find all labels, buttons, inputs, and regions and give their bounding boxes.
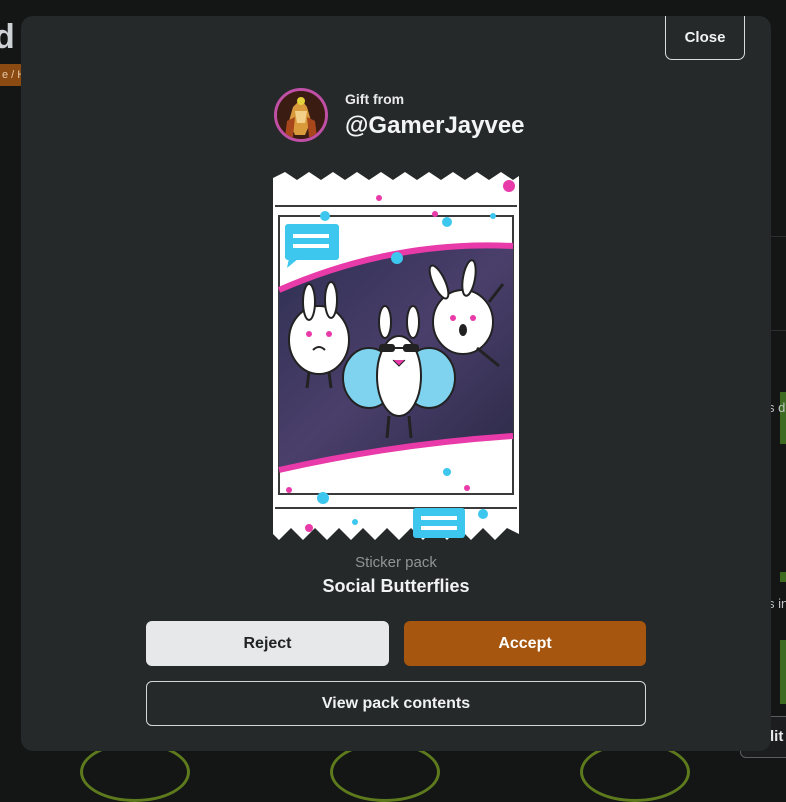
gift-modal: Close Gift from @GamerJayvee	[21, 16, 771, 751]
sticker-pack-image	[273, 172, 519, 540]
accept-button[interactable]: Accept	[404, 621, 646, 666]
close-button[interactable]: Close	[665, 16, 745, 60]
background-accent-bar	[780, 640, 786, 704]
background-ring	[580, 742, 690, 802]
gift-sender: Gift from @GamerJayvee	[274, 88, 574, 144]
gift-from-label: Gift from	[345, 91, 404, 107]
pack-type-label: Sticker pack	[21, 554, 771, 571]
reject-button[interactable]: Reject	[146, 621, 389, 666]
background-accent-bar	[780, 572, 786, 582]
background-ring	[80, 742, 190, 802]
background-title-fragment: d	[0, 18, 15, 57]
background-ring	[330, 742, 440, 802]
pack-name: Social Butterflies	[21, 576, 771, 597]
user-avatar[interactable]	[274, 88, 328, 142]
gift-username: @GamerJayvee	[345, 112, 525, 140]
view-pack-contents-button[interactable]: View pack contents	[146, 681, 646, 726]
avatar-art	[277, 91, 325, 139]
background-breadcrumb-fragment: e / H	[0, 64, 22, 86]
